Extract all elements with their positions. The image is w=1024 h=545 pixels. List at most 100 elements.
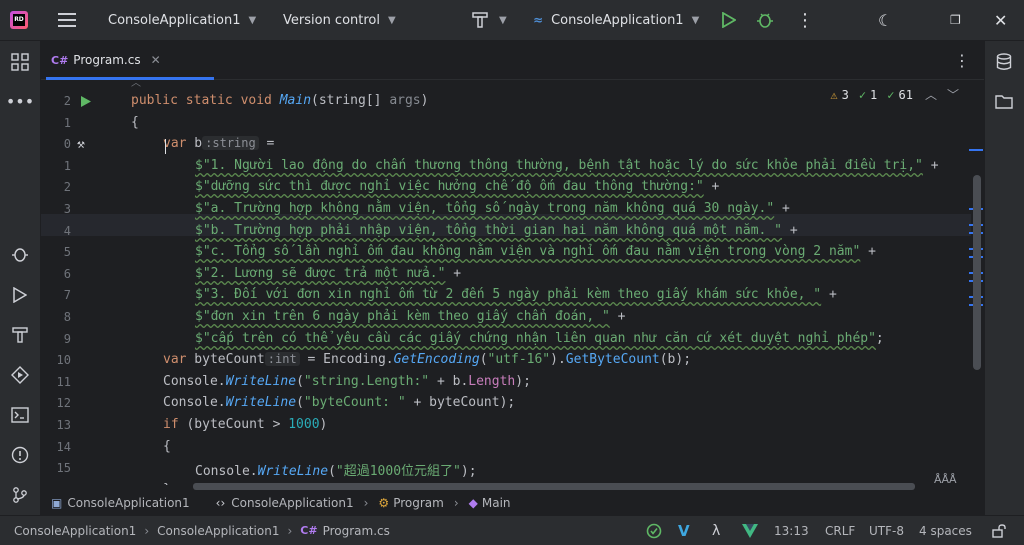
code-line: var b:string = bbox=[163, 136, 275, 151]
indent-setting[interactable]: 4 spaces bbox=[919, 516, 972, 545]
more-actions-icon[interactable]: ⋮ bbox=[796, 0, 814, 40]
code-line: $"3. Đối với đơn xin nghỉ ốm từ 2 đến 5 … bbox=[195, 287, 837, 302]
theme-icon[interactable]: ☾ bbox=[878, 0, 892, 40]
caret-position[interactable]: 13:13 bbox=[774, 516, 809, 545]
title-bar: RD ConsoleApplication1 ▼ Version control ▼… bbox=[0, 0, 1024, 41]
class-icon: ⚙ bbox=[378, 496, 390, 510]
resharper-icon[interactable]: V bbox=[678, 516, 690, 545]
csharp-icon: C# bbox=[51, 53, 69, 67]
code-line: Console.WriteLine("byteCount: " + byteCo… bbox=[163, 395, 516, 410]
project-icon: ▣ bbox=[51, 496, 63, 510]
warning-icon: ⚠ bbox=[830, 87, 838, 102]
line-number: 11 bbox=[56, 375, 71, 389]
build-tool-icon[interactable] bbox=[8, 323, 32, 347]
lambda-icon[interactable]: λ bbox=[712, 516, 720, 545]
code-line: $"đơn xin trên 6 ngày phải kèm theo giấy… bbox=[195, 309, 626, 324]
line-number: 13 bbox=[56, 418, 71, 432]
line-number: 1 bbox=[63, 159, 71, 173]
vcs-widget[interactable]: Version control ▼ bbox=[283, 0, 396, 40]
line-separator[interactable]: CRLF bbox=[825, 516, 855, 545]
status-path-item[interactable]: ConsoleApplication1 bbox=[14, 524, 136, 538]
close-tab-icon[interactable]: ✕ bbox=[151, 53, 161, 67]
chevron-right-icon: › bbox=[287, 523, 293, 538]
scroll-marker bbox=[969, 149, 983, 151]
breadcrumb: ▣ ConsoleApplication1 ‹› ConsoleApplicat… bbox=[41, 491, 984, 515]
code-line: if (byteCount > 1000) bbox=[163, 417, 328, 432]
chevron-down-icon: ▼ bbox=[499, 14, 507, 26]
line-number: 9 bbox=[63, 332, 71, 346]
line-number: 12 bbox=[56, 396, 71, 410]
left-tool-window-bar: ••• bbox=[0, 41, 41, 515]
main-menu-icon[interactable] bbox=[58, 0, 76, 40]
status-path-item[interactable]: ConsoleApplication1 bbox=[157, 524, 279, 538]
problems-icon[interactable] bbox=[8, 443, 32, 467]
debug-button[interactable] bbox=[756, 0, 774, 40]
app-logo[interactable]: RD bbox=[10, 0, 28, 40]
project-widget[interactable]: ConsoleApplication1 ▼ bbox=[108, 0, 256, 40]
more-tools-icon[interactable]: ••• bbox=[6, 89, 34, 113]
services-icon[interactable] bbox=[8, 363, 32, 387]
csharp-icon: C# bbox=[300, 524, 318, 537]
breadcrumb-item[interactable]: Main bbox=[482, 496, 511, 510]
run-tool-icon[interactable] bbox=[8, 283, 32, 307]
inspection-widget[interactable]: ⚠ 3 ✓ 1 ✓ 61 ︿ ﹀ bbox=[830, 86, 959, 103]
editor-tabs: C# Program.cs ✕ ⋮ bbox=[41, 41, 984, 80]
line-number: 3 bbox=[63, 202, 71, 216]
structure-icon[interactable] bbox=[8, 50, 32, 74]
breadcrumb-item[interactable]: ConsoleApplication1 bbox=[67, 496, 189, 510]
restore-window-icon[interactable]: ❐ bbox=[950, 0, 961, 40]
file-encoding[interactable]: UTF-8 bbox=[869, 516, 904, 545]
vcs-label: Version control bbox=[283, 12, 380, 28]
bug-icon bbox=[757, 13, 773, 28]
database-icon[interactable] bbox=[992, 50, 1016, 74]
run-config-name: ConsoleApplication1 bbox=[551, 12, 684, 28]
horizontal-scrollbar[interactable] bbox=[193, 483, 915, 490]
debug-tool-icon[interactable] bbox=[8, 242, 32, 266]
line-number: 2 bbox=[63, 180, 71, 194]
reader-mode-icon[interactable]: ÅÅÅ bbox=[934, 473, 957, 485]
code-line: $"2. Lương sẽ được trả một nửa." + bbox=[195, 266, 462, 281]
vue-icon[interactable] bbox=[742, 516, 758, 545]
run-gutter-icon[interactable] bbox=[81, 96, 91, 111]
next-highlight-icon[interactable]: ﹀ bbox=[947, 86, 959, 103]
git-icon[interactable] bbox=[8, 483, 32, 507]
line-number: 4 bbox=[63, 224, 71, 238]
code-line: $"1. Người lao động do chấn thương thông… bbox=[195, 158, 939, 173]
hammer-icon[interactable]: ⚒ bbox=[77, 137, 85, 152]
previous-highlight-icon[interactable]: ︿ bbox=[925, 86, 937, 103]
typo-count: 61 bbox=[898, 87, 913, 102]
code-line: $"cấp trên có thể yêu cầu các giấy chứng… bbox=[195, 331, 884, 346]
line-number: 15 bbox=[56, 461, 71, 475]
run-button[interactable] bbox=[722, 0, 736, 40]
close-window-icon[interactable]: ✕ bbox=[994, 0, 1007, 40]
type-hint: :int bbox=[264, 352, 300, 366]
code-editor[interactable]: ︿ ⚠ 3 ✓ 1 ✓ 61 ︿ ﹀ 2 1 0 1 2 3 4 5 6 7 8 9 10 11 12 13 14 15… bbox=[41, 80, 971, 485]
breadcrumb-item[interactable]: ConsoleApplication1 bbox=[231, 496, 353, 510]
terminal-icon[interactable] bbox=[8, 403, 32, 427]
lock-icon[interactable] bbox=[992, 516, 1006, 545]
vertical-scrollbar[interactable] bbox=[973, 175, 981, 370]
line-number: 5 bbox=[63, 245, 71, 259]
tab-program-cs[interactable]: C# Program.cs ✕ bbox=[51, 41, 161, 79]
tab-options-icon[interactable]: ⋮ bbox=[954, 51, 970, 70]
build-icon[interactable] bbox=[472, 0, 488, 40]
run-config-widget[interactable]: ≈ ConsoleApplication1 ▼ bbox=[533, 0, 699, 40]
code-line: { bbox=[131, 115, 139, 130]
status-path-item[interactable]: Program.cs bbox=[323, 524, 390, 538]
code-line: Console.WriteLine("string.Length:" + b.L… bbox=[163, 374, 531, 389]
code-line: var byteCount:int = Encoding.GetEncoding… bbox=[163, 352, 692, 367]
inspection-ok-icon[interactable] bbox=[646, 516, 662, 545]
project-name: ConsoleApplication1 bbox=[108, 12, 241, 28]
line-number: 2 bbox=[63, 94, 71, 108]
typo-icon: ✓ bbox=[887, 87, 895, 102]
chevron-down-icon: ▼ bbox=[248, 14, 257, 26]
chevron-right-icon: › bbox=[453, 496, 459, 510]
fold-marker[interactable]: ︿ bbox=[131, 80, 141, 89]
caret bbox=[165, 139, 166, 154]
chevron-right-icon: › bbox=[363, 496, 369, 510]
folder-icon[interactable] bbox=[992, 89, 1016, 113]
code-line: $"a. Trường hợp không nằm viện, tổng số … bbox=[195, 201, 790, 216]
breadcrumb-item[interactable]: Program bbox=[393, 496, 444, 510]
type-hint: :string bbox=[202, 136, 259, 150]
build-dropdown[interactable]: ▼ bbox=[499, 0, 507, 40]
